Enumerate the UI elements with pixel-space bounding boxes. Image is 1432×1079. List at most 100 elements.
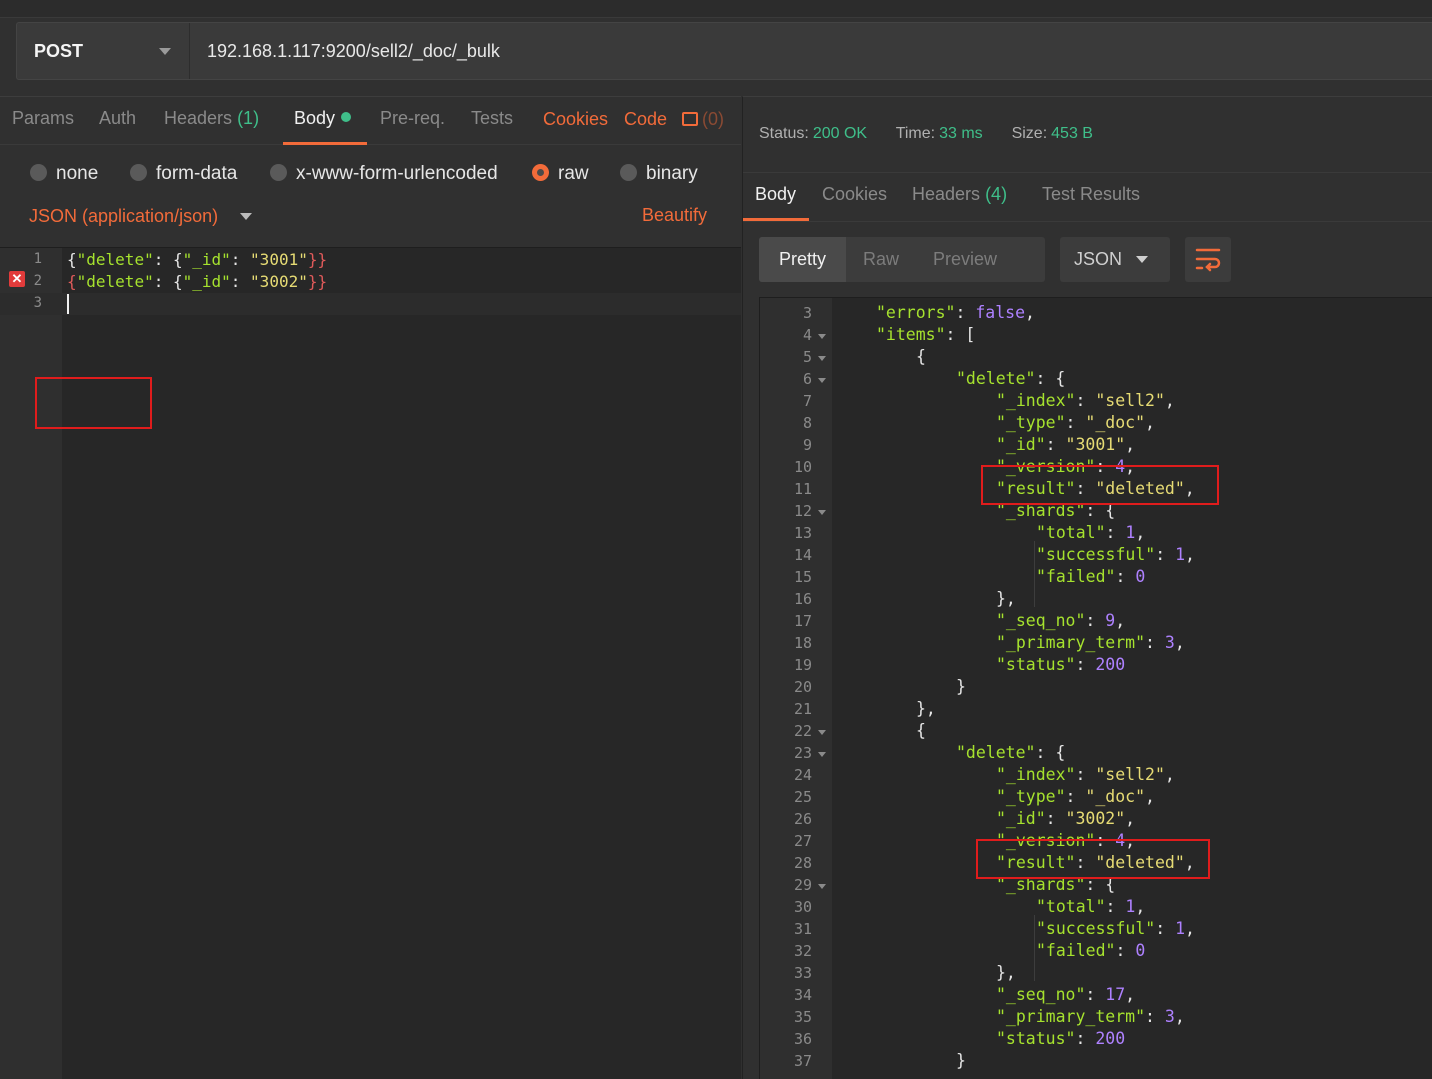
line-number: 18 xyxy=(793,634,812,652)
fold-toggle-icon[interactable] xyxy=(818,356,826,361)
json-string: "3002" xyxy=(250,272,308,291)
radio-form-data-label: form-data xyxy=(156,163,238,184)
tab-headers[interactable]: Headers (1) xyxy=(164,108,259,129)
code-line: "total": 1, xyxy=(1036,523,1145,542)
comment-icon xyxy=(682,112,698,126)
error-x-icon[interactable]: ✕ xyxy=(9,271,25,287)
line-number: 5 xyxy=(802,348,812,366)
punct: , xyxy=(1174,633,1185,652)
response-tab-test-results[interactable]: Test Results xyxy=(1042,184,1140,205)
punct: , xyxy=(1185,919,1195,938)
json-number: 200 xyxy=(1095,1029,1126,1048)
json-key: "delete" xyxy=(956,743,1036,762)
code-line: "errors": false, xyxy=(876,303,1035,322)
punct: : xyxy=(1065,413,1086,432)
json-number: 1 xyxy=(1175,545,1186,564)
radio-raw[interactable]: raw xyxy=(532,163,589,185)
punct: : xyxy=(1115,941,1136,960)
code-line: "delete": { xyxy=(956,369,1065,388)
radio-raw-label: raw xyxy=(558,163,589,184)
json-key: "_id" xyxy=(182,250,231,269)
tab-auth[interactable]: Auth xyxy=(99,108,136,129)
line-number: 36 xyxy=(793,1030,812,1048)
fold-toggle-icon[interactable] xyxy=(818,752,826,757)
tab-headers-label: Headers xyxy=(164,108,233,128)
punct: , xyxy=(1125,985,1136,1004)
status-label: Status: xyxy=(759,125,809,142)
response-format-select[interactable]: JSON xyxy=(1060,237,1170,282)
line-number: 3 xyxy=(33,295,42,311)
response-tab-cookies[interactable]: Cookies xyxy=(822,184,887,205)
fold-toggle-icon[interactable] xyxy=(818,730,826,735)
line-number: 7 xyxy=(802,392,812,410)
json-string: "3001" xyxy=(1065,435,1126,454)
editor-gutter xyxy=(0,248,62,1079)
radio-binary[interactable]: binary xyxy=(620,163,698,185)
response-tab-body[interactable]: Body xyxy=(755,184,796,205)
chevron-down-icon xyxy=(240,213,253,220)
request-body-editor[interactable]: 1 2 3 ✕ {"delete": {"_id": "3001"}} {"de… xyxy=(0,247,741,1079)
json-key: "_type" xyxy=(996,413,1066,432)
tab-tests[interactable]: Tests xyxy=(471,108,513,129)
fold-toggle-icon[interactable] xyxy=(818,334,826,339)
json-key: "delete" xyxy=(76,272,154,291)
url-input[interactable]: 192.168.1.117:9200/sell2/_doc/_bulk xyxy=(190,41,500,62)
brace: { xyxy=(67,250,77,269)
punct: : xyxy=(1065,787,1086,806)
punct: : { xyxy=(1035,369,1066,388)
json-string: "sell2" xyxy=(1095,391,1165,410)
code-link[interactable]: Code xyxy=(624,109,667,130)
tab-prereq[interactable]: Pre-req. xyxy=(380,108,445,129)
json-number: 1 xyxy=(1125,897,1136,916)
content-type-select[interactable]: JSON (application/json) xyxy=(29,206,253,227)
view-pretty-button[interactable]: Pretty xyxy=(759,237,847,282)
punct: , xyxy=(1164,391,1175,410)
line-number: 9 xyxy=(802,436,812,454)
cookies-link[interactable]: Cookies xyxy=(543,109,608,130)
radio-raw-circle xyxy=(532,163,549,181)
tab-body[interactable]: Body xyxy=(294,108,352,129)
punct: : xyxy=(1145,1007,1165,1026)
radio-form-data-circle xyxy=(130,163,147,181)
code-line: {"delete": {"_id": "3001"}} xyxy=(67,250,327,269)
line-number: 12 xyxy=(793,502,812,520)
fold-toggle-icon[interactable] xyxy=(818,884,826,889)
code-line: }, xyxy=(916,699,936,718)
brace: }} xyxy=(307,250,328,269)
punct: : xyxy=(230,272,251,291)
punct: : xyxy=(1105,897,1126,916)
radio-none[interactable]: none xyxy=(30,163,98,185)
code-line: { xyxy=(916,721,926,740)
tab-params[interactable]: Params xyxy=(12,108,74,129)
radio-urlencoded[interactable]: x-www-form-urlencoded xyxy=(270,163,498,185)
code-line: "status": 200 xyxy=(996,655,1125,674)
line-number: 8 xyxy=(802,414,812,432)
view-preview-button[interactable]: Preview xyxy=(916,249,1014,270)
line-number: 32 xyxy=(793,942,812,960)
punct: , xyxy=(1135,523,1146,542)
method-select[interactable]: POST xyxy=(17,23,190,79)
line-number: 10 xyxy=(793,458,812,476)
view-raw-button[interactable]: Raw xyxy=(846,249,916,270)
radio-form-data[interactable]: form-data xyxy=(130,163,237,185)
punct: , xyxy=(1145,787,1155,806)
json-key: "failed" xyxy=(1036,941,1116,960)
punct: : xyxy=(1075,655,1096,674)
fold-toggle-icon[interactable] xyxy=(818,510,826,515)
response-tab-headers[interactable]: Headers (4) xyxy=(912,184,1007,205)
code-line: "_id": "3001", xyxy=(996,435,1135,454)
json-number: false xyxy=(975,303,1026,322)
response-tab-headers-count: (4) xyxy=(985,184,1008,204)
fold-toggle-icon[interactable] xyxy=(818,378,826,383)
response-body-viewer[interactable]: 3 "errors": false, 4 "items": [5 {6 "delete":… xyxy=(759,297,1432,1079)
wrap-lines-button[interactable] xyxy=(1185,237,1231,282)
line-number: 30 xyxy=(793,898,812,916)
line-number: 23 xyxy=(793,744,812,762)
beautify-button[interactable]: Beautify xyxy=(642,205,707,226)
json-key: "delete" xyxy=(956,369,1036,388)
response-tab-body-underline xyxy=(743,218,809,221)
code-line: "successful": 1, xyxy=(1036,919,1195,938)
json-key: "_type" xyxy=(996,787,1066,806)
punct: , xyxy=(1125,809,1136,828)
comments-button[interactable]: (0) xyxy=(682,109,724,130)
